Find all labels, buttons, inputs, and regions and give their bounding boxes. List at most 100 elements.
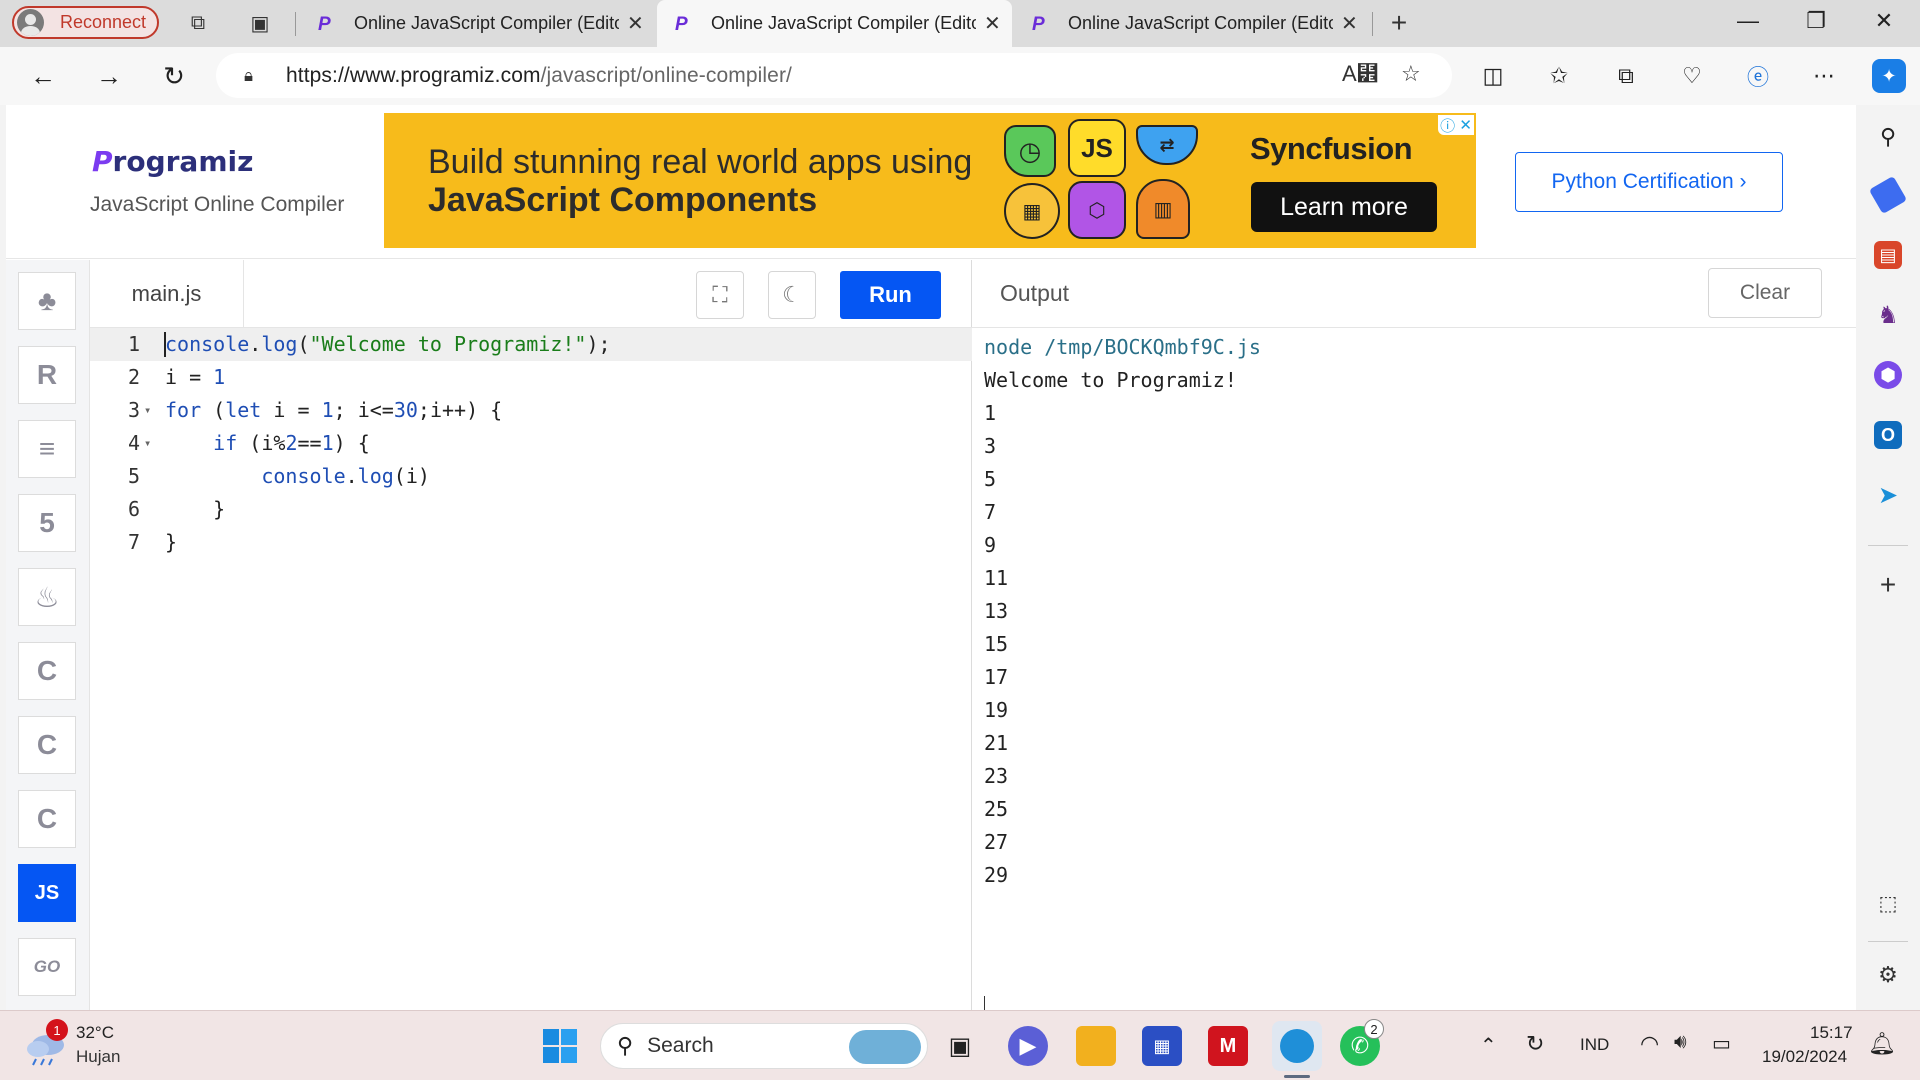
search-icon[interactable]: ⚲ (1874, 123, 1902, 151)
lang-java-button[interactable]: ♨ (18, 568, 76, 626)
screenshot-icon[interactable]: ⬚ (1874, 889, 1902, 917)
lang-cpp-button[interactable]: C (18, 716, 76, 774)
new-tab-icon[interactable]: + (1386, 7, 1412, 38)
edge-browser-icon[interactable] (1272, 1021, 1322, 1071)
code-text: console.log(i) (261, 464, 430, 488)
lang-javascript-button[interactable]: JS (18, 864, 76, 922)
tab-actions-icon[interactable]: ▣ (247, 10, 273, 36)
edge-extension-icon[interactable]: ⓔ (1743, 61, 1773, 91)
dark-mode-moon-icon[interactable]: ☾ (768, 271, 816, 319)
show-hidden-icons-chevron-icon[interactable]: ⌃ (1480, 1033, 1497, 1058)
ad-table-tile-icon: ▥ (1136, 179, 1190, 239)
forward-icon[interactable]: → (92, 59, 126, 93)
ad-close-icon[interactable]: ✕ (1459, 116, 1472, 134)
favorite-star-icon[interactable]: ☆ (1401, 61, 1421, 87)
volume-icon[interactable]: 🔊︎ (1674, 1031, 1687, 1054)
tab-2-active[interactable]: P Online JavaScript Compiler (Editor) ✕ (657, 0, 1012, 47)
programiz-logo[interactable]: Programiz (92, 145, 253, 178)
shopping-tag-icon[interactable] (1868, 175, 1908, 215)
add-icon[interactable]: + (1874, 569, 1902, 600)
close-tab-icon[interactable]: ✕ (627, 11, 644, 36)
lang-sql-button[interactable]: ≡ (18, 420, 76, 478)
code-line[interactable]: 2 i = 1 (90, 361, 972, 394)
lang-r-button[interactable]: R (18, 346, 76, 404)
code-line[interactable]: 3 ▾ for (let i = 1; i<=30;i++) { (90, 394, 972, 427)
code-line[interactable]: 7} (90, 526, 972, 559)
weather-temperature[interactable]: 32°C (76, 1023, 114, 1043)
run-button[interactable]: Run (840, 271, 941, 319)
code-text-area[interactable]: 1 console.log("Welcome to Programiz!"); 2 i… (90, 328, 972, 1010)
lang-html-button[interactable]: 5 (18, 494, 76, 552)
windows-start-icon[interactable] (540, 1026, 580, 1066)
notification-bell-icon[interactable]: 🔔︎ (1868, 1031, 1896, 1057)
file-explorer-icon[interactable] (1076, 1026, 1116, 1066)
wifi-icon[interactable]: ◠ (1640, 1031, 1659, 1057)
back-icon[interactable]: ← (26, 59, 60, 93)
microsoft-365-icon[interactable]: ⬢ (1874, 361, 1902, 389)
code-line[interactable]: 1 console.log("Welcome to Programiz!"); (90, 328, 972, 361)
code-line[interactable]: 5 console.log(i) (90, 460, 972, 493)
outlook-icon[interactable]: O (1874, 421, 1902, 449)
lock-icon[interactable]: 🔒︎ (244, 66, 264, 86)
code-line[interactable]: 4 ▾ if (i%2==1) { (90, 427, 972, 460)
profile-button[interactable]: Reconnect (12, 6, 159, 39)
output-line: 7 (984, 500, 997, 524)
restore-icon[interactable]: ❐ (1796, 8, 1836, 34)
address-bar[interactable]: 🔒︎ https://www.programiz.com/javascript/… (216, 53, 1452, 98)
advertisement-banner[interactable]: Build stunning real world apps using Jav… (384, 113, 1476, 248)
tools-icon[interactable]: ▤ (1874, 241, 1902, 269)
workspaces-icon[interactable]: ⧉ (185, 10, 211, 36)
close-tab-icon[interactable]: ✕ (1341, 11, 1358, 36)
fold-arrow-icon[interactable]: ▾ (144, 394, 151, 427)
python-certification-button[interactable]: Python Certification › (1515, 152, 1783, 212)
minimize-icon[interactable]: — (1728, 8, 1768, 34)
lang-csharp-button[interactable]: C (18, 790, 76, 848)
refresh-icon[interactable]: ↻ (157, 59, 191, 93)
settings-gear-icon[interactable]: ⚙ (1874, 961, 1902, 989)
output-console[interactable]: node /tmp/BOCKQmbf9C.js Welcome to Progr… (984, 331, 1261, 892)
sync-icon[interactable]: ↻ (1526, 1031, 1544, 1057)
clock-time[interactable]: 15:17 (1810, 1023, 1853, 1043)
tab-1[interactable]: P Online JavaScript Compiler (Editor) ✕ (300, 0, 654, 47)
close-tab-icon[interactable]: ✕ (984, 11, 1001, 36)
more-menu-icon[interactable]: ⋯ (1809, 61, 1839, 91)
copilot-icon[interactable]: ✦ (1872, 59, 1906, 93)
browser-essentials-icon[interactable]: ♡ (1677, 61, 1707, 91)
task-view-icon[interactable]: ▣ (940, 1026, 980, 1066)
ad-learn-more-button[interactable]: Learn more (1251, 182, 1437, 232)
favorites-icon[interactable]: ✩ (1544, 61, 1574, 91)
microsoft-store-icon[interactable]: ▦ (1142, 1026, 1182, 1066)
fullscreen-icon[interactable]: ⛶ (696, 271, 744, 319)
split-screen-icon[interactable]: ◫ (1478, 61, 1508, 91)
collections-icon[interactable]: ⧉ (1611, 61, 1641, 91)
input-language[interactable]: IND (1580, 1035, 1609, 1055)
lang-python-button[interactable]: ♣ (18, 272, 76, 330)
fold-arrow-icon[interactable]: ▾ (144, 427, 151, 460)
code-text: console.log("Welcome to Programiz!"); (165, 332, 611, 356)
close-window-icon[interactable]: ✕ (1864, 8, 1904, 34)
code-line[interactable]: 6 } (90, 493, 972, 526)
ad-info-icon[interactable]: ⓘ (1440, 115, 1455, 136)
site-header: Programiz JavaScript Online Compiler Bui… (6, 105, 1856, 259)
read-aloud-icon[interactable]: A⹾ (1342, 61, 1379, 87)
code-editor-panel: main.js ⛶ ☾ Run 1 console.log("Welcome to… (90, 260, 972, 1010)
taskbar-search-box[interactable]: ⚲ Search (600, 1023, 928, 1069)
teams-chat-icon[interactable]: ▶ (1008, 1026, 1048, 1066)
tab-3[interactable]: P Online JavaScript Compiler (Editor) ✕ (1014, 0, 1368, 47)
mcafee-icon[interactable]: M (1208, 1026, 1248, 1066)
battery-icon[interactable]: ▭ (1712, 1031, 1731, 1056)
clear-button[interactable]: Clear (1708, 268, 1822, 318)
profile-label: Reconnect (60, 12, 147, 32)
weather-condition[interactable]: Hujan (76, 1047, 120, 1067)
drop-send-icon[interactable]: ➤ (1874, 481, 1902, 509)
games-icon[interactable]: ♞ (1874, 301, 1902, 329)
file-tab-main-js[interactable]: main.js (90, 260, 244, 328)
lang-c-button[interactable]: C (18, 642, 76, 700)
line-number: 2 (127, 365, 140, 389)
lang-go-button[interactable]: GO (18, 938, 76, 996)
line-number: 6 (127, 497, 140, 521)
ad-choices[interactable]: ⓘ ✕ (1438, 115, 1474, 135)
c-icon: C (36, 655, 58, 686)
clock-date[interactable]: 19/02/2024 (1762, 1047, 1847, 1067)
programiz-favicon-icon: P (675, 13, 688, 35)
